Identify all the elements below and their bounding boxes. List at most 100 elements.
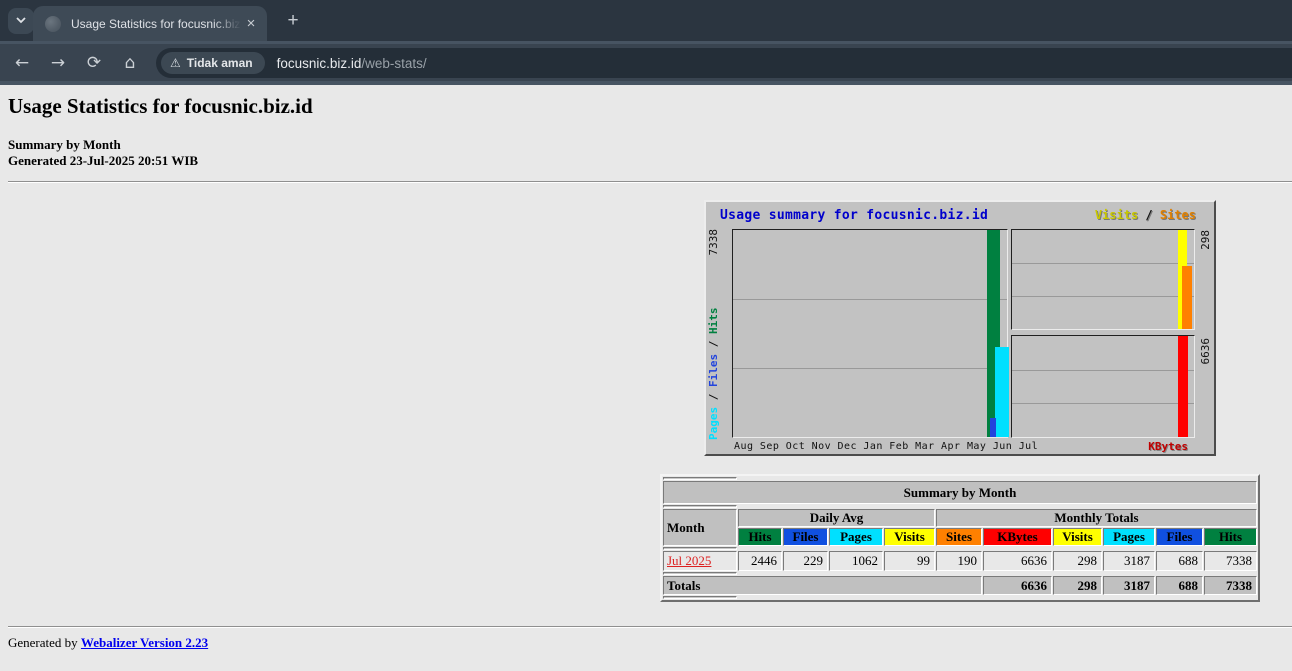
totals-pages: 3187: [1103, 576, 1155, 595]
daily-avg-header: Daily Avg: [738, 509, 935, 527]
chevron-down-icon: [15, 14, 27, 29]
reload-icon[interactable]: ⟳: [80, 49, 108, 77]
axis-word-files: Files: [707, 354, 720, 387]
col-hits: Hits: [738, 528, 782, 546]
daily-hits-cell: 2446: [738, 551, 782, 571]
kbytes-bar: [1178, 336, 1188, 437]
spacer-cell: [663, 505, 737, 508]
horizontal-rule: [8, 181, 1292, 183]
files-bar: [990, 418, 996, 437]
legend-sites: Sites: [1160, 208, 1196, 222]
security-label: Tidak aman: [187, 56, 253, 70]
new-tab-button[interactable]: +: [281, 9, 305, 33]
left-axis-label: Pages / Files / Hits: [707, 300, 720, 440]
url-text: focusnic.biz.id/web-stats/: [277, 56, 427, 71]
kbytes-panel: [1011, 335, 1195, 438]
page-title: Usage Statistics for focusnic.biz.id: [8, 94, 313, 119]
pages-bar: [995, 347, 1009, 437]
webpage: Usage Statistics for focusnic.biz.id Sum…: [0, 85, 1292, 671]
left-axis-max: 7338: [707, 229, 720, 256]
spacer-cell: [663, 596, 737, 599]
col-visits: Visits: [1053, 528, 1102, 546]
tab-strip: Usage Statistics for focusnic.biz × +: [0, 0, 1292, 41]
tab-search-button[interactable]: [8, 8, 34, 34]
browser-tab[interactable]: Usage Statistics for focusnic.biz ×: [33, 6, 267, 41]
page-footer: Generated by Webalizer Version 2.23: [8, 635, 208, 651]
month-link[interactable]: Jul 2025: [667, 553, 711, 568]
grid-line: [733, 368, 1007, 369]
page-subtitle: Summary by Month: [8, 137, 121, 153]
pages-cell: 3187: [1103, 551, 1155, 571]
axis-word-hits: Hits: [707, 308, 720, 335]
table-title: Summary by Month: [663, 481, 1257, 504]
col-pages: Pages: [829, 528, 883, 546]
tab-close-icon[interactable]: ×: [243, 16, 259, 32]
url-path: /web-stats/: [361, 56, 426, 71]
summary-by-month-table: Summary by Month Month Daily Avg Monthly…: [660, 474, 1260, 602]
address-bar[interactable]: ⚠ Tidak aman focusnic.biz.id/web-stats/: [156, 48, 1292, 78]
kbytes-axis-label: KBytes: [1148, 440, 1188, 453]
sites-cell: 190: [936, 551, 982, 571]
chart-title: Usage summary for focusnic.biz.id: [720, 208, 988, 223]
browser-toolbar: ← → ⟳ ⌂ ⚠ Tidak aman focusnic.biz.id/web…: [0, 41, 1292, 85]
month-cell: Jul 2025: [663, 551, 737, 571]
sites-bar: [1182, 266, 1192, 329]
axis-word-pages: Pages: [707, 407, 720, 440]
column-header-row: Hits Files Pages Visits Sites KBytes Vis…: [663, 528, 1257, 546]
files-cell: 688: [1156, 551, 1203, 571]
totals-kbytes: 6636: [983, 576, 1052, 595]
security-chip[interactable]: ⚠ Tidak aman: [161, 52, 265, 74]
grid-line: [1012, 296, 1194, 297]
hits-cell: 7338: [1204, 551, 1257, 571]
spacer-cell: [663, 477, 737, 480]
tab-favicon-icon: [45, 16, 61, 32]
horizontal-rule: [8, 626, 1292, 628]
col-visits: Visits: [884, 528, 935, 546]
totals-row: Totals 6636 298 3187 688 7338: [663, 576, 1257, 595]
axis-separator: /: [707, 387, 720, 407]
hits-files-pages-panel: [732, 229, 1008, 438]
daily-pages-cell: 1062: [829, 551, 883, 571]
totals-visits: 298: [1053, 576, 1102, 595]
webalizer-link[interactable]: Webalizer Version 2.23: [81, 635, 208, 650]
generated-timestamp: Generated 23-Jul-2025 20:51 WIB: [8, 153, 198, 169]
grid-line: [733, 299, 1007, 300]
legend-separator: /: [1138, 208, 1160, 222]
back-icon[interactable]: ←: [8, 49, 36, 77]
legend-visits: Visits: [1095, 208, 1138, 222]
visits-cell: 298: [1053, 551, 1102, 571]
home-icon[interactable]: ⌂: [116, 49, 144, 77]
footer-prefix: Generated by: [8, 635, 81, 650]
right-axis-visits-max: 298: [1199, 230, 1212, 250]
warning-icon: ⚠: [170, 56, 181, 70]
right-axis-kbytes-max: 6636: [1199, 338, 1212, 365]
kbytes-cell: 6636: [983, 551, 1052, 571]
totals-files: 688: [1156, 576, 1203, 595]
url-host: focusnic.biz.id: [277, 56, 362, 71]
grid-line: [1012, 263, 1194, 264]
axis-separator: /: [707, 334, 720, 354]
grid-line: [1012, 403, 1194, 404]
visits-sites-panel: [1011, 229, 1195, 330]
tab-title-fade: [213, 6, 241, 41]
forward-icon[interactable]: →: [44, 49, 72, 77]
browser-chrome: Usage Statistics for focusnic.biz × + ← …: [0, 0, 1292, 85]
totals-label: Totals: [663, 576, 982, 595]
col-pages: Pages: [1103, 528, 1155, 546]
col-files: Files: [1156, 528, 1203, 546]
grid-line: [1012, 370, 1194, 371]
monthly-totals-header: Monthly Totals: [936, 509, 1257, 527]
col-hits: Hits: [1204, 528, 1257, 546]
spacer-cell: [663, 547, 737, 550]
month-axis: Aug Sep Oct Nov Dec Jan Feb Mar Apr May …: [734, 441, 1038, 452]
month-header: Month: [663, 509, 737, 546]
spacer-cell: [663, 572, 737, 575]
chart-legend: Visits / Sites: [1095, 208, 1196, 222]
table-row: Jul 2025 2446 229 1062 99 190 6636 298 3…: [663, 551, 1257, 571]
col-files: Files: [783, 528, 828, 546]
daily-files-cell: 229: [783, 551, 828, 571]
daily-visits-cell: 99: [884, 551, 935, 571]
usage-summary-chart: Usage summary for focusnic.biz.id Visits…: [704, 200, 1216, 456]
col-sites: Sites: [936, 528, 982, 546]
col-kbytes: KBytes: [983, 528, 1052, 546]
